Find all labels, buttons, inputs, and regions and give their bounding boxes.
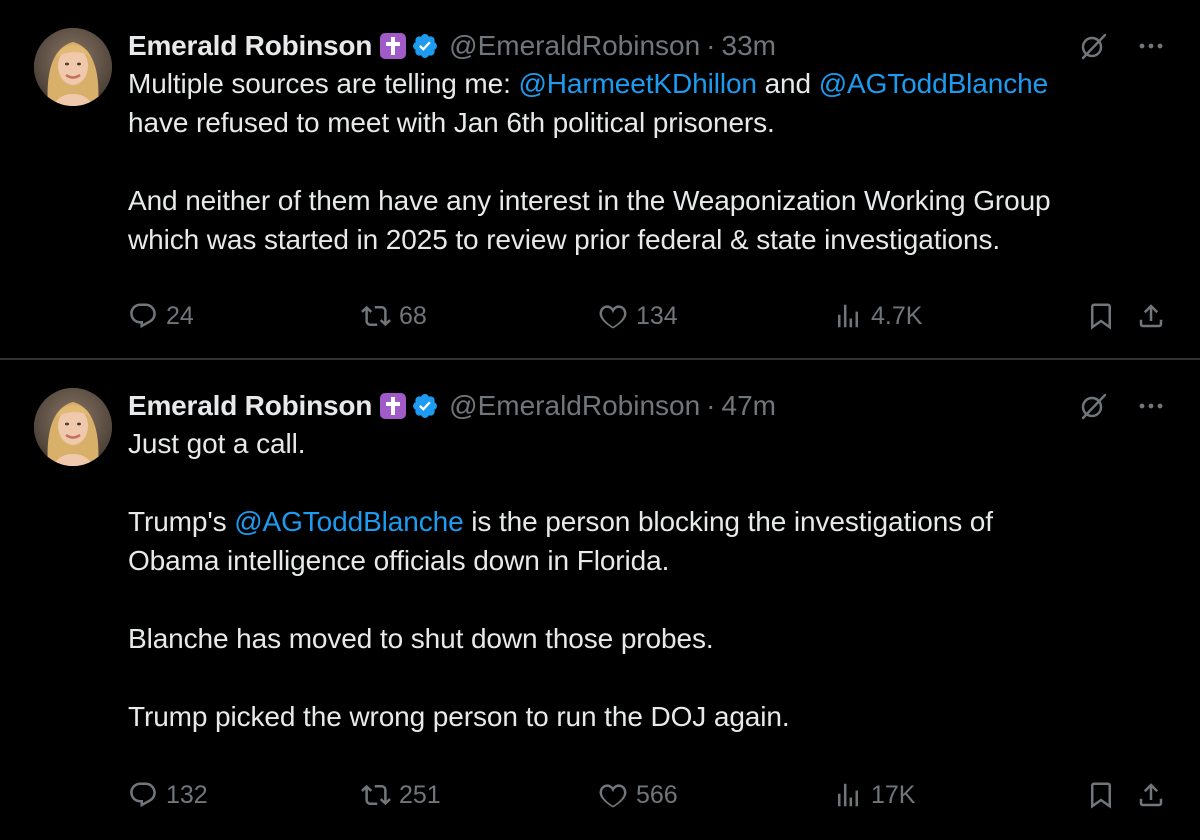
text-line: Multiple sources are telling me: @Harmee… — [128, 64, 1166, 103]
view-count: 4.7K — [871, 301, 923, 330]
text-span: Multiple sources are telling me: — [128, 68, 519, 99]
cross-badge-icon — [380, 393, 407, 419]
mention-link[interactable]: @AGToddBlanche — [819, 68, 1048, 99]
text-line: Obama intelligence officials down in Flo… — [128, 545, 670, 576]
separator-dot: · — [706, 30, 716, 61]
author-name[interactable]: Emerald Robinson — [128, 390, 372, 422]
more-options-icon[interactable] — [1136, 391, 1166, 421]
author-handle[interactable]: @EmeraldRobinson — [449, 390, 700, 422]
avatar[interactable] — [34, 28, 112, 106]
tweet[interactable]: Emerald Robinson @EmeraldRobinson · 47m — [0, 360, 1200, 840]
repost-count: 251 — [399, 780, 441, 809]
timestamp[interactable]: 47m — [722, 390, 776, 422]
share-button[interactable] — [1136, 775, 1166, 815]
tweet-text: Just got a call. Trump's @AGToddBlanche … — [128, 424, 1166, 736]
text-span: and — [756, 68, 819, 99]
like-count: 566 — [636, 780, 678, 809]
mention-link[interactable]: @AGToddBlanche — [234, 506, 463, 537]
tweet-content: Emerald Robinson @EmeraldRobinson · 47m — [128, 388, 1166, 736]
grok-icon[interactable] — [1078, 391, 1108, 421]
heart-icon — [599, 784, 627, 808]
repost-count: 68 — [399, 301, 427, 330]
grok-icon[interactable] — [1078, 31, 1108, 61]
timeline-feed: Emerald Robinson @EmeraldRobinson · 33m — [0, 0, 1200, 840]
reply-count: 24 — [166, 301, 194, 330]
views-icon — [838, 304, 858, 328]
bookmark-icon — [1091, 782, 1111, 809]
text-line: which was started in 2025 to review prio… — [128, 224, 1001, 255]
views-button[interactable]: 4.7K — [833, 296, 922, 336]
bookmark-button[interactable] — [1086, 296, 1116, 336]
cross-badge-icon — [380, 33, 407, 59]
share-icon — [1139, 304, 1163, 328]
reply-button[interactable]: 132 — [128, 775, 208, 815]
text-line: Trump's @AGToddBlanche is the person blo… — [128, 502, 1166, 541]
tweet-header: Emerald Robinson @EmeraldRobinson · 33m — [128, 28, 1166, 64]
reply-count: 132 — [166, 780, 208, 809]
tweet-header: Emerald Robinson @EmeraldRobinson · 47m — [128, 388, 1166, 424]
like-count: 134 — [636, 301, 678, 330]
text-line: And neither of them have any interest in… — [128, 185, 1051, 216]
views-icon — [838, 783, 858, 807]
author-handle[interactable]: @EmeraldRobinson — [449, 30, 700, 62]
like-button[interactable]: 134 — [598, 296, 678, 336]
bookmark-button[interactable] — [1086, 775, 1116, 815]
views-button[interactable]: 17K — [833, 775, 915, 815]
reply-icon — [130, 303, 156, 329]
tweet-actions: 132 251 566 17K — [128, 775, 1166, 815]
text-span: Trump's — [128, 506, 235, 537]
text-line: Just got a call. — [128, 428, 306, 459]
text-span: is the person blocking the investigation… — [463, 506, 993, 537]
share-icon — [1139, 783, 1163, 807]
repost-icon — [361, 305, 391, 327]
timestamp[interactable]: 33m — [722, 30, 776, 62]
author-name[interactable]: Emerald Robinson — [128, 30, 372, 62]
header-actions — [1078, 28, 1166, 64]
avatar[interactable] — [34, 388, 112, 466]
repost-icon — [361, 784, 391, 806]
tweet[interactable]: Emerald Robinson @EmeraldRobinson · 33m — [0, 0, 1200, 358]
heart-icon — [599, 305, 627, 329]
like-button[interactable]: 566 — [598, 775, 678, 815]
repost-button[interactable]: 251 — [361, 775, 441, 815]
mention-link[interactable]: @HarmeetKDhillon — [518, 68, 757, 99]
text-line: have refused to meet with Jan 6th politi… — [128, 107, 775, 138]
tweet-text: Multiple sources are telling me: @Harmee… — [128, 64, 1166, 259]
tweet-content: Emerald Robinson @EmeraldRobinson · 33m — [128, 28, 1166, 259]
verified-checkmark-icon — [413, 34, 438, 58]
view-count: 17K — [871, 780, 916, 809]
repost-button[interactable]: 68 — [361, 296, 427, 336]
text-line: Trump picked the wrong person to run the… — [128, 701, 790, 732]
share-button[interactable] — [1136, 296, 1166, 336]
text-line: Blanche has moved to shut down those pro… — [128, 623, 714, 654]
verified-checkmark-icon — [413, 394, 438, 418]
separator-dot: · — [706, 390, 716, 421]
more-options-icon[interactable] — [1136, 31, 1166, 61]
header-actions — [1078, 388, 1166, 424]
bookmark-icon — [1091, 303, 1111, 330]
reply-icon — [130, 782, 156, 808]
tweet-actions: 24 68 134 4.7K — [128, 296, 1166, 336]
reply-button[interactable]: 24 — [128, 296, 194, 336]
